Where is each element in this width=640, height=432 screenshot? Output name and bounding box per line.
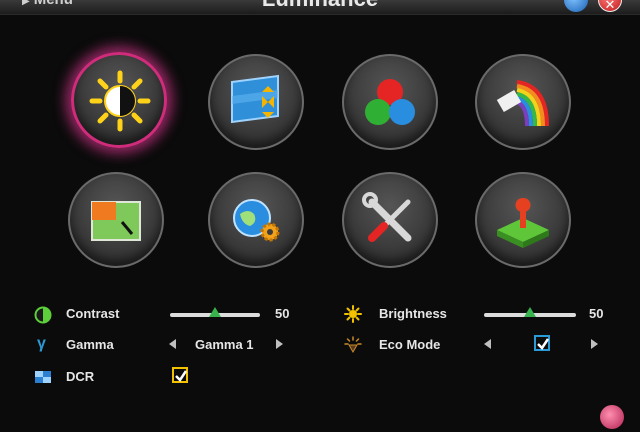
reset-icon	[497, 198, 549, 248]
brightness-slider[interactable]	[484, 307, 576, 317]
tile-osd-setup[interactable]	[208, 172, 304, 268]
eco-mode-prev-button[interactable]	[484, 339, 491, 349]
gamma-icon: γ	[37, 335, 46, 352]
dcr-checkbox[interactable]	[172, 367, 188, 383]
tile-factory-reset[interactable]	[475, 172, 571, 268]
osd-setup-icon	[233, 199, 280, 242]
contrast-slider-thumb[interactable]	[209, 307, 221, 317]
dcr-label: DCR	[66, 369, 95, 384]
tile-extra[interactable]	[342, 172, 438, 268]
close-icon: ✕	[604, 0, 616, 12]
brightness-icon	[344, 305, 362, 323]
tools-icon	[362, 192, 412, 242]
tile-color-temperature[interactable]	[342, 54, 438, 150]
eco-mode-label: Eco Mode	[379, 337, 441, 352]
dcr-icon	[35, 371, 51, 383]
eco-mode-icon	[344, 336, 362, 354]
picture-boost-icon	[91, 201, 141, 241]
color-rgb-icon	[365, 79, 415, 125]
contrast-value: 50	[275, 306, 290, 321]
close-button[interactable]: ✕	[598, 0, 622, 12]
color-boost-icon	[496, 80, 549, 127]
tile-picture-boost[interactable]	[68, 172, 164, 268]
tile-luminance[interactable]	[71, 52, 167, 148]
checkmark-icon	[175, 370, 188, 382]
image-setup-icon	[231, 74, 279, 124]
page-title: Luminance	[0, 0, 640, 12]
checkmark-icon	[537, 338, 550, 350]
contrast-slider[interactable]	[170, 307, 260, 317]
brightness-value: 50	[589, 306, 604, 321]
contrast-label: Contrast	[66, 306, 120, 321]
exit-icon[interactable]	[600, 405, 624, 429]
tile-color-boost[interactable]	[475, 54, 571, 150]
eco-mode-checkbox[interactable]	[534, 335, 550, 351]
gamma-next-button[interactable]	[276, 339, 283, 349]
contrast-icon	[34, 306, 52, 324]
eco-mode-next-button[interactable]	[591, 339, 598, 349]
gamma-prev-button[interactable]	[169, 339, 176, 349]
gamma-value: Gamma 1	[195, 337, 254, 352]
tile-image-setup[interactable]	[208, 54, 304, 150]
brightness-label: Brightness	[379, 306, 447, 321]
title-bar: ▶Menu Luminance ✕	[0, 0, 640, 15]
gamma-label: Gamma	[66, 337, 114, 352]
brightness-contrast-icon	[89, 70, 151, 132]
brightness-slider-thumb[interactable]	[524, 307, 536, 317]
